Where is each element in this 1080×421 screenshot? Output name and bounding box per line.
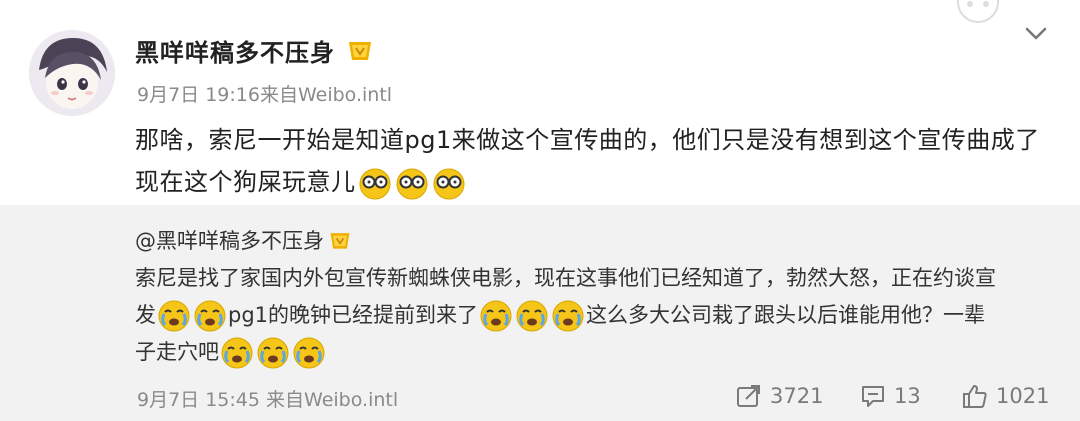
emoji-group [358,162,469,204]
post-content: 那啥，索尼一开始是知道pg1来做这个宣传曲的，他们只是没有想到这个宣传曲成了现在… [135,119,1055,204]
like-count: 1021 [996,384,1050,408]
avatar[interactable] [29,30,115,116]
repost-seg-a: 发 [135,303,156,327]
glasses-face-emoji-icon [396,168,427,200]
share-icon [737,385,760,407]
repost-meta: 9月7日 15:45 来自Weibo.intl [137,385,398,412]
glasses-face-emoji-icon [433,168,464,200]
crying-face-emoji-icon [480,300,512,332]
post-meta: 9月7日 19:16来自Weibo.intl [137,80,392,107]
post-source[interactable]: 来自Weibo.intl [260,84,392,106]
repost-seg-c: 这么多大公司栽了跟头以后谁能用他？一辈 [586,303,986,327]
repost-button[interactable]: 3721 [736,383,823,409]
chevron-down-icon[interactable] [1024,26,1048,42]
repost-content: @黑咩咩稿多不压身 索尼是找了家国内外包宣传新蜘蛛侠电影，现在这事他们已经知道了… [135,223,1055,371]
repost-date: 9月7日 15:45 [137,389,260,411]
post-date: 9月7日 19:16 [137,84,260,106]
crying-face-emoji-icon [221,337,253,369]
repost-block[interactable]: @黑咩咩稿多不压身 索尼是找了家国内外包宣传新蜘蛛侠电影，现在这事他们已经知道了… [0,205,1080,421]
member-badge-icon [330,233,350,249]
crying-face-emoji-icon [158,300,190,332]
post-username[interactable]: 黑咩咩稿多不压身 [135,33,335,68]
crying-face-emoji-icon [257,337,289,369]
crying-face-emoji-icon [194,300,226,332]
repost-count: 3721 [770,384,824,408]
repost-mention[interactable]: @黑咩咩稿多不压身 [135,229,324,253]
comment-count: 13 [894,384,921,408]
weibo-post: 黑咩咩稿多不压身 9月7日 19:16来自Weibo.intl 那啥，索尼一开始… [0,0,1080,205]
repost-seg-b: pg1的晚钟已经提前到来了 [228,303,479,327]
repost-line-1: 索尼是找了家国内外包宣传新蜘蛛侠电影，现在这事他们已经知道了，勃然大怒，正在约谈… [135,266,996,290]
comment-button[interactable]: 13 [860,383,921,409]
thumbs-up-icon [963,385,987,408]
comment-icon [862,386,884,407]
crying-face-emoji-icon [516,300,548,332]
member-badge-icon [346,36,374,64]
crying-face-emoji-icon [293,337,325,369]
like-button[interactable]: 1021 [962,383,1049,409]
decorative-sticker-icon [948,0,1012,24]
repost-source[interactable]: 来自Weibo.intl [266,389,398,411]
crying-face-emoji-icon [552,300,584,332]
post-text: 那啥，索尼一开始是知道pg1来做这个宣传曲的，他们只是没有想到这个宣传曲成了现在… [135,126,1040,196]
glasses-face-emoji-icon [359,168,390,200]
repost-seg-d: 子走穴吧 [135,340,219,364]
